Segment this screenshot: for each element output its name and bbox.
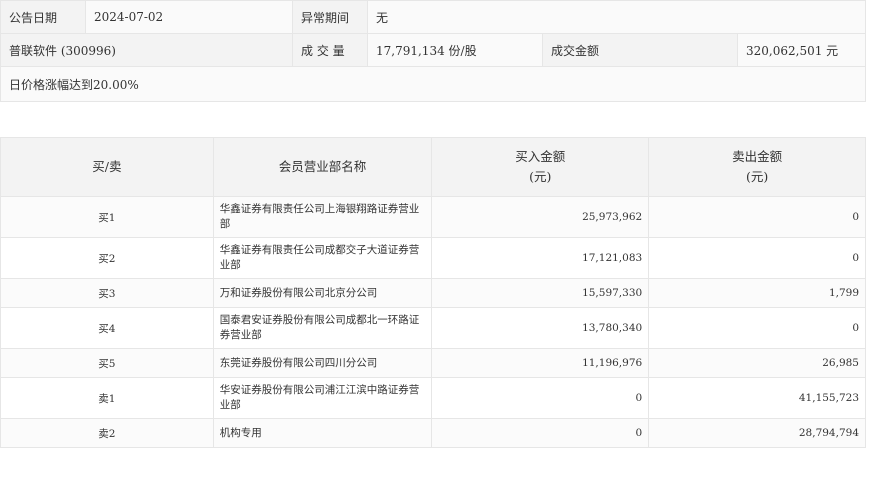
trading-table: 买/卖 会员营业部名称 买入金额 (元) 卖出金额 (元) 买1 华鑫证券有限责… [0, 137, 866, 448]
table-row: 买5 东莞证券股份有限公司四川分公司 11,196,976 26,985 [0, 348, 866, 378]
table-row: 买2 华鑫证券有限责任公司成都交子大道证券营业部 17,121,083 0 [0, 237, 866, 279]
row-buy: 11,196,976 [431, 348, 650, 378]
table-row: 买1 华鑫证券有限责任公司上海银翔路证券营业部 25,973,962 0 [0, 196, 866, 238]
row-side: 买1 [0, 196, 214, 238]
volume-value: 17,791,134 份/股 [367, 33, 543, 67]
header-sell-label: 卖出金额 [732, 149, 783, 164]
header-name: 会员营业部名称 [212, 137, 433, 197]
row-name: 国泰君安证券股份有限公司成都北一环路证券营业部 [212, 307, 433, 349]
row-name: 华安证券股份有限公司浦江江滨中路证券营业部 [212, 377, 433, 419]
row-buy: 0 [431, 377, 650, 419]
row-side: 买3 [0, 278, 214, 308]
row-sell: 0 [648, 237, 866, 279]
header-sell-unit: (元) [745, 169, 769, 184]
header-sell: 卖出金额 (元) [648, 137, 866, 197]
row-sell: 41,155,723 [648, 377, 866, 419]
info-row: 日价格涨幅达到20.00% [0, 66, 866, 102]
header-buy: 买入金额 (元) [431, 137, 650, 197]
header-buy-unit: (元) [529, 169, 552, 184]
row-buy: 13,780,340 [431, 307, 650, 349]
row-name: 机构专用 [212, 418, 433, 448]
row-sell: 0 [648, 196, 866, 238]
stock-name: 普联软件 (300996) [0, 33, 293, 67]
abnormal-period-value: 无 [367, 0, 866, 34]
abnormal-reason: 日价格涨幅达到20.00% [0, 66, 866, 102]
row-sell: 28,794,794 [648, 418, 866, 448]
stock-info-table: 公告日期 2024-07-02 异常期间 无 普联软件 (300996) 成 交… [0, 0, 866, 102]
volume-label: 成 交 量 [292, 33, 368, 67]
row-buy: 17,121,083 [431, 237, 650, 279]
header-buy-label: 买入金额 [515, 149, 566, 164]
info-row: 公告日期 2024-07-02 异常期间 无 [0, 0, 866, 34]
row-sell: 0 [648, 307, 866, 349]
row-buy: 0 [431, 418, 650, 448]
row-side: 买4 [0, 307, 214, 349]
info-row: 普联软件 (300996) 成 交 量 17,791,134 份/股 成交金额 … [0, 33, 866, 67]
table-row: 买3 万和证券股份有限公司北京分公司 15,597,330 1,799 [0, 278, 866, 308]
row-name: 华鑫证券有限责任公司上海银翔路证券营业部 [212, 196, 433, 238]
row-side: 买2 [0, 237, 214, 279]
row-side: 卖2 [0, 418, 214, 448]
amount-label: 成交金额 [542, 33, 738, 67]
header-side: 买/卖 [0, 137, 214, 197]
row-name: 东莞证券股份有限公司四川分公司 [212, 348, 433, 378]
row-name: 万和证券股份有限公司北京分公司 [212, 278, 433, 308]
row-buy: 25,973,962 [431, 196, 650, 238]
announcement-date-value: 2024-07-02 [85, 0, 293, 34]
table-row: 卖2 机构专用 0 28,794,794 [0, 418, 866, 448]
row-sell: 26,985 [648, 348, 866, 378]
abnormal-period-label: 异常期间 [292, 0, 368, 34]
amount-value: 320,062,501 元 [737, 33, 866, 67]
row-sell: 1,799 [648, 278, 866, 308]
row-name: 华鑫证券有限责任公司成都交子大道证券营业部 [212, 237, 433, 279]
row-buy: 15,597,330 [431, 278, 650, 308]
table-row: 买4 国泰君安证券股份有限公司成都北一环路证券营业部 13,780,340 0 [0, 307, 866, 349]
row-side: 买5 [0, 348, 214, 378]
table-header-row: 买/卖 会员营业部名称 买入金额 (元) 卖出金额 (元) [0, 137, 866, 197]
announcement-date-label: 公告日期 [0, 0, 86, 34]
row-side: 卖1 [0, 377, 214, 419]
table-row: 卖1 华安证券股份有限公司浦江江滨中路证券营业部 0 41,155,723 [0, 377, 866, 419]
